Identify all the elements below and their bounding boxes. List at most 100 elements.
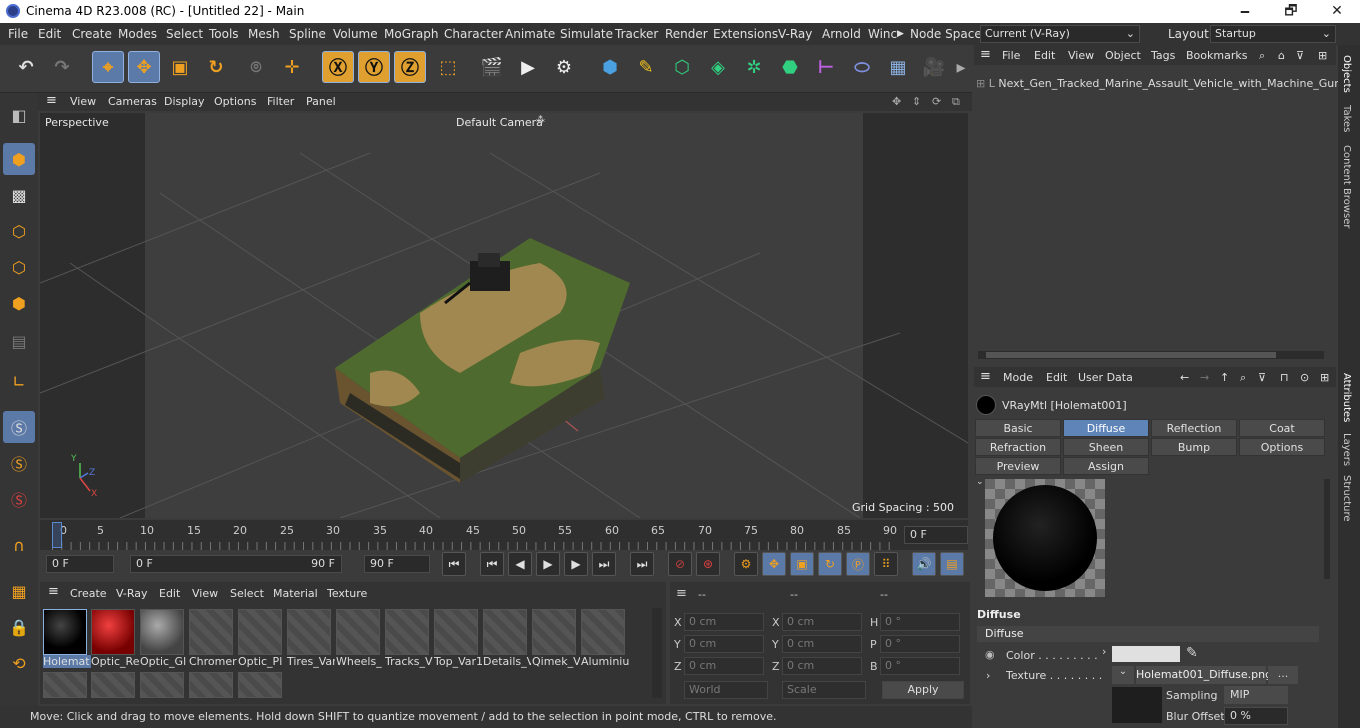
material-swatch[interactable]: Wheels_ [336,609,382,671]
field-icon[interactable]: ⬭ [846,51,878,83]
playhead[interactable] [52,522,62,548]
autokey-icon[interactable]: ⊛ [696,552,720,576]
texture-mode-icon[interactable]: ▩ [3,179,35,211]
viewport-menu-options[interactable]: Options [214,95,256,108]
menu-overflow-arrow-icon[interactable]: ▶ [897,29,904,39]
material-swatch[interactable]: Qimek_V [532,609,580,671]
menu-spline[interactable]: Spline [289,27,326,41]
render-to-picture-viewer-icon[interactable]: ▶ [512,51,544,83]
home-icon[interactable]: ⌂ [1278,49,1285,62]
material-swatch[interactable]: Optic_Re [91,609,139,671]
render-view-icon[interactable]: 🎬 [476,51,508,83]
mograph-icon[interactable]: ⬣ [774,51,806,83]
make-editable-icon[interactable]: ◧ [3,99,35,131]
next-frame-icon[interactable]: ▶ [564,552,588,576]
menu-tools[interactable]: Tools [209,27,239,41]
object-scrollbar[interactable] [978,351,1324,359]
maximize-button[interactable]: 🗗 [1268,0,1314,23]
tab-objects[interactable]: Objects [1341,55,1352,93]
preview-range-slider[interactable]: 0 F 90 F [130,555,342,573]
back-arrow-icon[interactable]: ← [1180,371,1189,384]
menu-select[interactable]: Select [166,27,203,41]
apply-button[interactable]: Apply [882,681,964,699]
minimize-button[interactable]: 🗕 [1222,0,1268,23]
material-hamburger-icon[interactable]: ≡ [48,584,59,599]
obj-menu-object[interactable]: Object [1105,49,1141,62]
material-swatch[interactable]: Optic_Gl [140,609,186,671]
rotate-tool-icon[interactable]: ↻ [200,51,232,83]
material-swatch[interactable]: Optic_Pl [238,609,282,671]
lock-workplane-icon[interactable]: 🔒 [3,611,35,643]
x-axis-lock-icon[interactable]: Ⓧ [322,51,354,83]
menu-edit[interactable]: Edit [38,27,61,41]
material-swatch[interactable] [140,672,184,700]
material-swatch[interactable] [43,672,87,700]
objects-hamburger-icon[interactable]: ≡ [980,47,991,62]
tab-content-browser[interactable]: Content Browser [1341,145,1352,228]
points-mode-icon[interactable]: ⬡ [3,215,35,247]
material-swatch[interactable]: Holemat [43,609,91,671]
search-icon[interactable]: ⌕ [1259,49,1265,63]
viewport-perspective[interactable]: Perspective Default Camera ⁂ Grid Spacin… [40,113,968,518]
sampling-select[interactable]: MIP [1224,686,1288,704]
texture-dropdown[interactable]: ⌄ [1112,666,1134,684]
polygons-mode-icon[interactable]: ⬢ [3,287,35,319]
viewport-zoom-icon[interactable]: ⇕ [912,95,921,108]
rotation-h-field[interactable]: 0 ° [880,613,960,631]
material-scrollbar[interactable] [652,608,662,698]
forward-arrow-icon[interactable]: → [1200,371,1209,384]
key-position-icon[interactable]: ✥ [762,552,786,576]
move-tool-icon[interactable]: ✥ [128,51,160,83]
position-y-field[interactable]: 0 cm [684,635,764,653]
menu-extensions[interactable]: Extensions [713,27,778,41]
previous-frame-icon[interactable]: ◀ [508,552,532,576]
go-to-end-icon[interactable]: ⏭ [630,552,654,576]
obj-menu-view[interactable]: View [1068,49,1094,62]
attributes-hamburger-icon[interactable]: ≡ [980,369,991,384]
camera-link-icon[interactable]: ⁂ [536,115,545,125]
attr-menu-user-data[interactable]: User Data [1078,371,1133,384]
lock-icon[interactable]: ⊓ [1280,371,1289,384]
viewport-menu-filter[interactable]: Filter [267,95,294,108]
menu-simulate[interactable]: Simulate [560,27,613,41]
snap-enable-icon[interactable]: Ⓢ [3,483,35,515]
camera-icon[interactable]: 🎥 [918,51,950,83]
coordinate-system-icon[interactable]: ⬚ [432,51,464,83]
move-plus-icon[interactable]: ✛ [276,51,308,83]
attr-scrollbar[interactable] [1324,479,1330,579]
workplane-icon[interactable]: ▦ [3,575,35,607]
new-panel-icon[interactable]: ⊞ [1318,49,1327,62]
tab-structure[interactable]: Structure [1341,475,1352,522]
sound-icon[interactable]: 🔊 [912,552,936,576]
magnet-icon[interactable]: ∩ [3,529,35,561]
viewport-menu-display[interactable]: Display [164,95,205,108]
texture-file-button[interactable]: Holemat001_Diffuse.png [1136,666,1272,684]
snap-settings-icon[interactable]: Ⓢ [3,447,35,479]
menu-character[interactable]: Character [444,27,503,41]
mat-menu-edit[interactable]: Edit [159,587,180,600]
current-frame-field[interactable]: 0 F [904,526,968,544]
snap-icon[interactable]: Ⓢ [3,411,35,443]
axis-mode-icon[interactable]: ∟ [3,365,35,397]
material-swatch[interactable]: Top_Var1 [434,609,482,671]
menu-modes[interactable]: Modes [118,27,157,41]
keyframe-selection-icon[interactable]: ⚙ [734,552,758,576]
floor-icon[interactable]: ▦ [882,51,914,83]
tab-basic[interactable]: Basic [975,419,1061,437]
uv-mode-icon[interactable]: ▤ [3,325,35,357]
play-icon[interactable]: ▶ [536,552,560,576]
material-swatch[interactable]: Tracks_V [385,609,433,671]
extrude-icon[interactable]: ◈ [702,51,734,83]
color-swatch[interactable] [1112,646,1180,662]
recent-tools-icon[interactable]: ⌾ [240,51,272,83]
end-frame-field[interactable]: 90 F [364,555,430,573]
up-arrow-icon[interactable]: ↑ [1220,371,1229,384]
active-camera-label[interactable]: Default Camera [456,116,543,129]
diffuse-group-header[interactable]: Diffuse [977,626,1319,642]
texture-expand-icon[interactable]: › [986,669,990,682]
tab-takes[interactable]: Takes [1341,105,1352,132]
object-row[interactable]: ⊞ L Next_Gen_Tracked_Marine_Assault_Vehi… [976,77,1360,90]
pen-icon[interactable]: ✎ [630,51,662,83]
rotation-b-field[interactable]: 0 ° [880,657,960,675]
position-x-field[interactable]: 0 cm [684,613,764,631]
